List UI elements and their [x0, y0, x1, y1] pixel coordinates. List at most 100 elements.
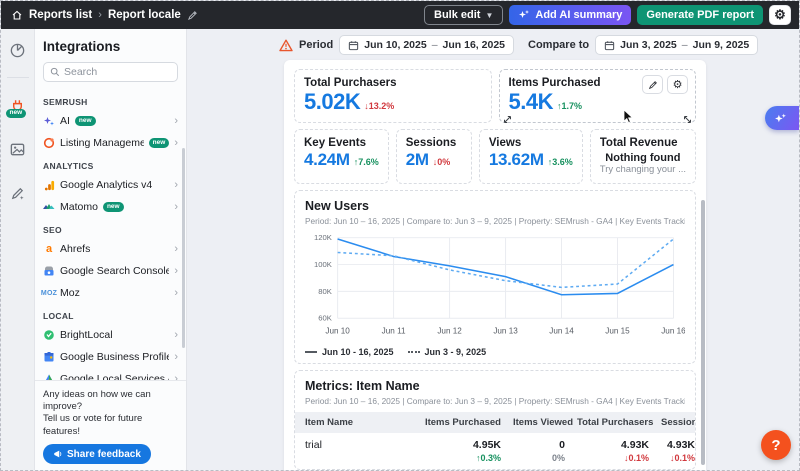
resize-handle-bottom-right[interactable]: [683, 111, 692, 120]
share-feedback-button[interactable]: Share feedback: [43, 444, 151, 464]
col-items-purchased[interactable]: Items Purchased: [403, 412, 503, 433]
sidebar-item-google-analytics[interactable]: Google Analytics v4 ›: [43, 174, 178, 196]
metric-value: 13.62M: [489, 149, 544, 170]
chevron-right-icon: ›: [174, 265, 178, 277]
metric-value: 5.4K: [509, 89, 553, 114]
legend-compare-period: Jun 3 - 9, 2025: [408, 347, 487, 357]
metrics-table-widget[interactable]: Metrics: Item Name Period: Jun 10 – 16, …: [294, 370, 696, 470]
card-items-purchased[interactable]: Items Purchased 5.4K ↑1.7% ⚙: [499, 69, 697, 123]
home-icon[interactable]: [11, 9, 23, 21]
period-date-range[interactable]: Jun 10, 2025 – Jun 16, 2025: [339, 35, 514, 55]
bulk-edit-button[interactable]: Bulk edit ▼: [424, 5, 503, 25]
section-seo: SEO: [43, 225, 178, 235]
feedback-line2: Tell us or vote for future features!: [43, 413, 178, 438]
svg-text:Jun 16: Jun 16: [661, 327, 685, 336]
google-analytics-icon: [43, 179, 55, 191]
row-items-purchased: 4.95K ↑0.3%: [403, 433, 503, 469]
section-semrush: SEMRUSH: [43, 97, 178, 107]
metric-value: 5.02K: [304, 89, 360, 114]
metric-delta: ↓13.2%: [364, 101, 394, 111]
card-views[interactable]: Views 13.62M ↑3.6%: [479, 129, 583, 184]
megaphone-icon: [53, 449, 63, 459]
images-icon[interactable]: [7, 138, 29, 160]
app-window: Reports list › Report locale Bulk edit ▼…: [0, 0, 800, 471]
google-business-profile-icon: [43, 351, 55, 363]
google-search-console-icon: [43, 265, 55, 277]
sidebar-search[interactable]: [43, 62, 178, 82]
calendar-icon: [604, 40, 615, 51]
calendar-icon: [348, 40, 359, 51]
breadcrumb-reports-list[interactable]: Reports list: [29, 9, 92, 21]
row-total-purchasers: 4.93K ↓0.1%: [567, 433, 651, 469]
sidebar-item-google-business-profile[interactable]: Google Business Profile ›: [43, 346, 178, 368]
widget-settings-button[interactable]: ⚙: [667, 75, 688, 94]
sidebar-item-brightlocal[interactable]: BrightLocal ›: [43, 324, 178, 346]
svg-text:Jun 12: Jun 12: [437, 327, 462, 336]
col-item-name[interactable]: Item Name: [295, 412, 403, 433]
metric-value: 4.24M: [304, 149, 350, 170]
sidebar-item-listing-management[interactable]: Listing Management new ›: [43, 132, 178, 154]
solid-line-swatch: [305, 351, 317, 353]
new-badge: new: [149, 138, 170, 148]
ai-writer-icon[interactable]: [7, 182, 29, 204]
sidebar-item-moz[interactable]: MOZ Moz ›: [43, 282, 178, 304]
chevron-down-icon: ▼: [485, 11, 493, 20]
sidebar-item-google-search-console[interactable]: Google Search Console ›: [43, 260, 178, 282]
metric-delta: ↑7.6%: [354, 157, 379, 167]
compare-date-range[interactable]: Jun 3, 2025 – Jun 9, 2025: [595, 35, 758, 55]
edit-title-icon[interactable]: [187, 10, 198, 21]
canvas-scrollbar[interactable]: [701, 200, 705, 465]
card-total-purchasers[interactable]: Total Purchasers 5.02K ↓13.2%: [294, 69, 492, 123]
chart-legend: Jun 10 - 16, 2025 Jun 3 - 9, 2025: [305, 347, 685, 357]
dashed-line-swatch: [408, 351, 420, 353]
card-sessions[interactable]: Sessions 2M ↓0%: [396, 129, 472, 184]
sidebar-scrollbar[interactable]: [182, 148, 185, 348]
sidebar-item-ai[interactable]: AI new ›: [43, 110, 178, 132]
metrics-table: Item Name Items Purchased Items Viewed T…: [295, 412, 696, 469]
matomo-icon: [43, 201, 55, 213]
integrations-sidebar: Integrations SEMRUSH AI new › Listing Ma…: [35, 29, 187, 471]
table-subtitle: Period: Jun 10 – 16, 2025 | Compare to: …: [305, 396, 685, 406]
generate-pdf-button[interactable]: Generate PDF report: [637, 5, 763, 25]
edit-widget-button[interactable]: [642, 75, 663, 94]
col-sessions[interactable]: Sessions: [651, 412, 696, 433]
search-icon: [50, 67, 60, 77]
google-local-services-icon: [43, 373, 55, 380]
add-ai-summary-button[interactable]: Add AI summary: [509, 5, 631, 25]
svg-text:100K: 100K: [314, 260, 333, 269]
search-input[interactable]: [64, 66, 171, 78]
card-total-revenue[interactable]: Total Revenue Nothing found Try changing…: [590, 129, 696, 184]
sidebar-item-ahrefs[interactable]: a Ahrefs ›: [43, 238, 178, 260]
help-button[interactable]: ?: [761, 430, 791, 460]
chart-subtitle: Period: Jun 10 – 16, 2025 | Compare to: …: [305, 216, 685, 226]
moz-icon: MOZ: [43, 287, 55, 299]
report-main-area: Period Jun 10, 2025 – Jun 16, 2025 Compa…: [187, 29, 799, 471]
chevron-right-icon: ›: [174, 329, 178, 341]
card-key-events[interactable]: Key Events 4.24M ↑7.6%: [294, 129, 389, 184]
sidebar-title: Integrations: [35, 29, 186, 62]
row-item-name: trial: [295, 433, 403, 469]
ahrefs-icon: a: [43, 243, 55, 255]
new-users-chart-widget[interactable]: New Users Period: Jun 10 – 16, 2025 | Co…: [294, 190, 696, 363]
resize-handle-bottom-left[interactable]: [503, 111, 512, 120]
settings-gear-button[interactable]: ⚙: [769, 5, 791, 25]
chevron-right-icon: ›: [174, 179, 178, 191]
svg-text:60K: 60K: [318, 314, 333, 323]
new-badge: new: [75, 116, 96, 126]
new-badge: new: [103, 202, 124, 212]
breadcrumb-separator: ›: [98, 9, 102, 21]
sidebar-item-google-local-services[interactable]: Google Local Services Ads ›: [43, 368, 178, 380]
integrations-icon[interactable]: new: [7, 94, 29, 116]
ai-assistant-pill[interactable]: [765, 106, 799, 130]
feedback-line1: Any ideas on how we can improve?: [43, 389, 178, 414]
pie-chart-icon[interactable]: [7, 39, 29, 61]
table-header-row: Item Name Items Purchased Items Viewed T…: [295, 412, 696, 433]
svg-text:Jun 11: Jun 11: [382, 327, 406, 336]
col-total-purchasers[interactable]: Total Purchasers: [567, 412, 651, 433]
svg-text:Jun 13: Jun 13: [493, 327, 518, 336]
chevron-right-icon: ›: [174, 351, 178, 363]
metric-value: 2M: [406, 149, 429, 170]
legend-current-period: Jun 10 - 16, 2025: [305, 347, 394, 357]
col-items-viewed[interactable]: Items Viewed: [503, 412, 567, 433]
sidebar-item-matomo[interactable]: Matomo new ›: [43, 196, 178, 218]
